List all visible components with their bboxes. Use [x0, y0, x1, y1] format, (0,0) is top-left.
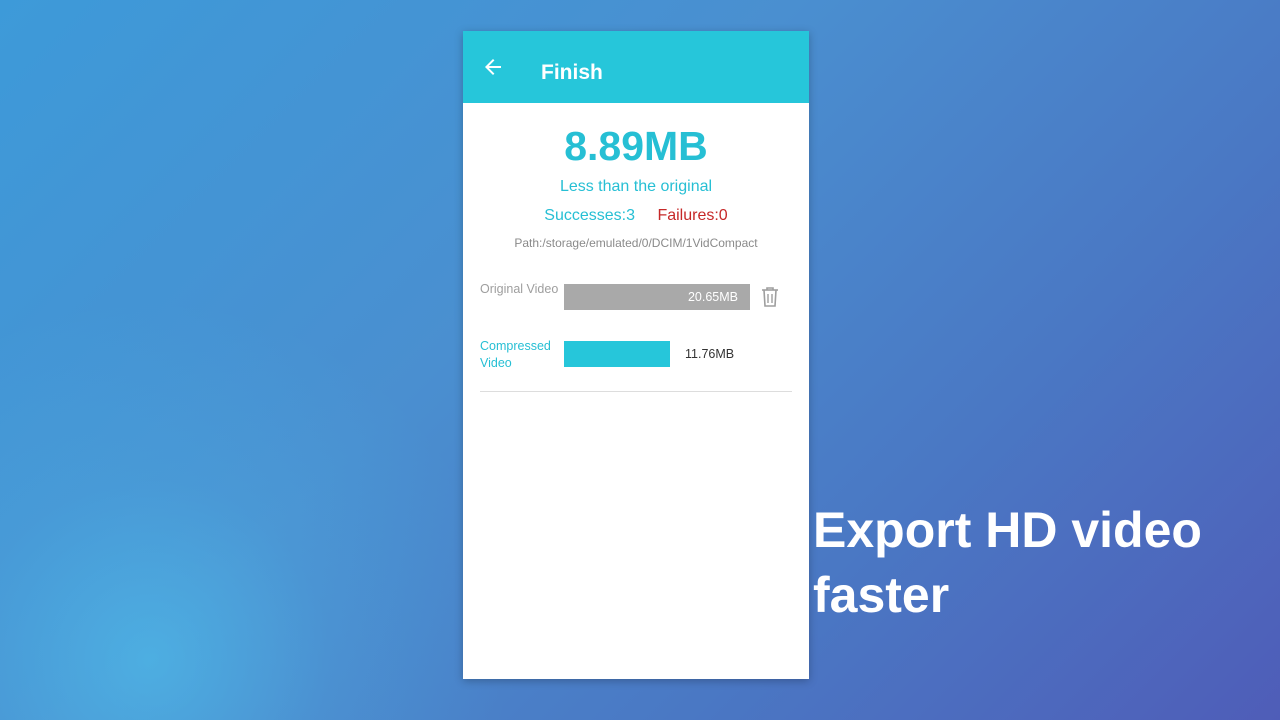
back-button[interactable]: [481, 55, 505, 79]
saved-caption: Less than the original: [559, 178, 713, 195]
original-size-bar: 20.65MB: [564, 284, 750, 310]
compressed-size-bar: [564, 341, 670, 367]
page-title: Finish: [541, 61, 603, 84]
phone-screen: Finish 8.89MB Less than the original Suc…: [463, 31, 809, 679]
result-counts: Successes:3 Failures:0: [463, 206, 809, 226]
compressed-video-label: Compressed Video: [480, 339, 551, 370]
failures-count: Failures:0: [657, 207, 728, 224]
output-path: Path:/storage/emulated/0/DCIM/1VidCompac…: [514, 236, 758, 250]
promo-text: Export HD video faster: [813, 498, 1273, 628]
app-bar: Finish: [463, 31, 809, 103]
promo-line-2: faster: [813, 567, 950, 623]
compressed-size-value: 11.76MB: [685, 347, 735, 361]
original-video-label: Original Video: [480, 282, 559, 296]
arrow-back-icon: [485, 59, 501, 75]
promo-line-1: Export HD video: [813, 502, 1202, 558]
saved-size: 8.89MB: [564, 123, 708, 169]
original-size-value: 20.65MB: [687, 290, 738, 304]
divider: [480, 391, 792, 392]
trash-icon: [762, 287, 778, 307]
successes-count: Successes:3: [544, 207, 635, 224]
delete-original-button[interactable]: [760, 286, 780, 308]
